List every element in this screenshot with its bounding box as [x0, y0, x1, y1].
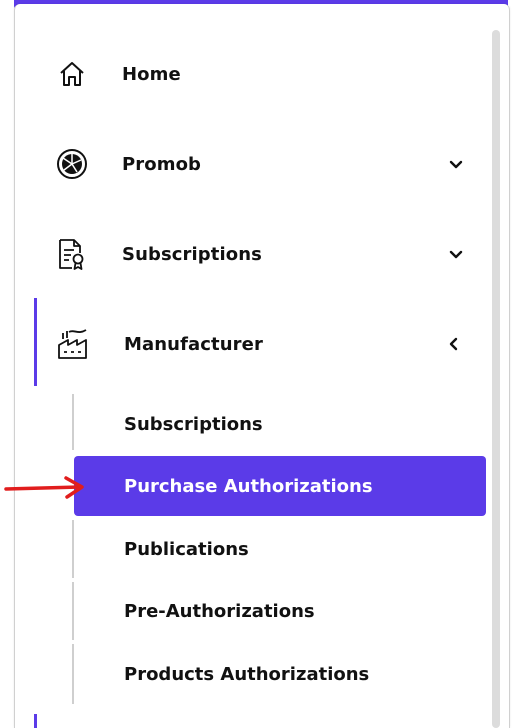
pie-chart-icon [54, 146, 90, 182]
submenu-item-label: Subscriptions [124, 413, 263, 435]
sidebar-item-home[interactable]: Home [36, 44, 476, 104]
sidebar-window: Home Promob Subscriptions Manufacturer S… [0, 0, 520, 728]
sidebar-item-subscriptions[interactable]: Subscriptions [36, 224, 476, 284]
sidebar-item-promob[interactable]: Promob [36, 134, 476, 194]
chevron-down-icon[interactable] [446, 154, 466, 174]
submenu-item-label: Publications [124, 538, 249, 560]
submenu-item-label: Pre-Authorizations [124, 600, 315, 622]
sidebar-item-label: Subscriptions [122, 243, 262, 265]
sidebar-item-label: Promob [122, 153, 202, 175]
chevron-left-icon[interactable] [444, 334, 464, 354]
home-icon [54, 56, 90, 92]
submenu-item-pre-authorizations[interactable]: Pre-Authorizations [74, 581, 486, 641]
factory-icon [56, 326, 92, 362]
submenu-item-label: Purchase Authorizations [124, 475, 373, 497]
sidebar-item-label: Manufacturer [124, 333, 263, 355]
sidebar-item-manufacturer[interactable]: Manufacturer [38, 314, 478, 374]
submenu-item-label: Products Authorizations [124, 663, 370, 685]
active-section-indicator-continued [34, 714, 37, 728]
chevron-down-icon[interactable] [446, 244, 466, 264]
submenu-item-purchase-authorizations[interactable]: Purchase Authorizations [74, 456, 486, 516]
submenu-item-subscriptions[interactable]: Subscriptions [74, 394, 486, 454]
sidebar-item-label: Home [122, 63, 181, 85]
red-arrow-icon [4, 476, 84, 499]
certificate-document-icon [54, 236, 90, 272]
submenu-item-products-authorizations[interactable]: Products Authorizations [74, 644, 486, 704]
submenu-item-publications[interactable]: Publications [74, 519, 486, 579]
sidebar-scrollbar[interactable] [492, 30, 500, 728]
active-section-indicator [34, 298, 37, 386]
